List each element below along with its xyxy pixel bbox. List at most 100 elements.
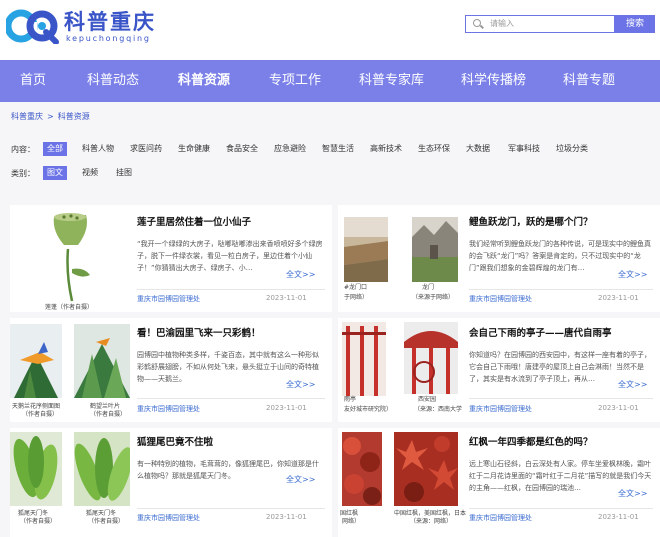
- article-card[interactable]: 国红枫 网络） 中国红枫，美国红枫，日本 （来源：网络） 红枫一年四季都是红色的…: [338, 428, 660, 537]
- article-date: 2023-11-01: [598, 513, 639, 521]
- read-more-link[interactable]: 全文>>: [286, 379, 315, 390]
- type-poster[interactable]: 挂图: [112, 166, 136, 180]
- search-input[interactable]: 请输入: [465, 15, 615, 33]
- read-more-link[interactable]: 全文>>: [618, 379, 647, 390]
- divider: [137, 289, 325, 290]
- image-caption: （作者自摄）: [88, 518, 125, 525]
- article-image[interactable]: [412, 217, 458, 282]
- article-image[interactable]: [74, 432, 130, 506]
- article-image[interactable]: [24, 209, 114, 304]
- nav-science-resources[interactable]: 科普资源: [178, 60, 230, 102]
- article-title[interactable]: 鲤鱼跃龙门，跃的是哪个门？: [469, 214, 593, 228]
- article-source: 重庆市园博园管理处: [137, 514, 200, 522]
- image-caption: 友好城市研究院）: [344, 406, 393, 413]
- article-title[interactable]: 会自己下雨的亭子——唐代自雨亭: [469, 325, 612, 339]
- divider: [469, 508, 653, 509]
- image-caption: （来源：网络）: [410, 518, 453, 525]
- search-button[interactable]: 搜索: [615, 15, 655, 33]
- read-more-link[interactable]: 全文>>: [618, 269, 647, 280]
- article-date: 2023-11-01: [266, 404, 307, 412]
- article-image[interactable]: [10, 324, 62, 398]
- breadcrumb-current[interactable]: 科普资源: [58, 112, 90, 121]
- article-image[interactable]: [404, 322, 458, 394]
- article-image[interactable]: [344, 217, 388, 282]
- search-icon: [473, 19, 481, 27]
- logo-subtext: kepuchongqing: [66, 34, 151, 43]
- search-bar: 请输入 搜索: [465, 15, 655, 33]
- nav-home[interactable]: 首页: [20, 60, 46, 102]
- breadcrumb-separator: >: [47, 112, 54, 121]
- article-source: 重庆市园博园管理处: [137, 295, 200, 303]
- filter-ecology[interactable]: 生态环保: [414, 142, 454, 156]
- image-caption: （作者自摄）: [20, 518, 57, 525]
- type-text[interactable]: 图文: [43, 166, 67, 180]
- breadcrumb-home[interactable]: 科普重庆: [11, 112, 43, 121]
- article-date: 2023-11-01: [266, 294, 307, 302]
- article-card[interactable]: 莲蓬（作者自摄） 莲子里居然住着一位小仙子 “我开一个绿绿的大房子，哒嘟哒嘟渗出…: [10, 205, 332, 312]
- header: 科普重庆 kepuchongqing 请输入 搜索: [0, 0, 660, 60]
- filter-military[interactable]: 军事科技: [504, 142, 544, 156]
- article-title[interactable]: 狐狸尾巴竟不住啦: [137, 434, 213, 448]
- image-caption: （作者自摄）: [90, 411, 127, 418]
- type-video[interactable]: 视频: [78, 166, 102, 180]
- read-more-link[interactable]: 全文>>: [286, 474, 315, 485]
- article-image[interactable]: [342, 432, 382, 506]
- read-more-link[interactable]: 全文>>: [618, 488, 647, 499]
- article-image[interactable]: [342, 322, 386, 396]
- nav-science-topics[interactable]: 科普专题: [563, 60, 615, 102]
- filter-medical[interactable]: 求医问药: [126, 142, 166, 156]
- image-caption: 莲蓬（作者自摄）: [45, 304, 94, 311]
- filter-smart-life[interactable]: 智慧生活: [318, 142, 358, 156]
- filter-people[interactable]: 科普人物: [78, 142, 118, 156]
- article-source: 重庆市园博园管理处: [469, 405, 532, 413]
- filter-food-safety[interactable]: 食品安全: [222, 142, 262, 156]
- article-title[interactable]: 红枫一年四季都是红色的吗？: [469, 434, 593, 448]
- logo-icon: [6, 9, 59, 44]
- article-source: 重庆市园博园管理处: [469, 514, 532, 522]
- filter-big-data[interactable]: 大数据: [462, 142, 494, 156]
- nav-science-news[interactable]: 科普动态: [87, 60, 139, 102]
- filter-all[interactable]: 全部: [43, 142, 67, 156]
- article-card[interactable]: 天鹅兰花序侧面图 （作者自摄） 鹤望兰叶片 （作者自摄） 看！巴渝园里飞来一只彩…: [10, 318, 332, 422]
- article-source: 重庆市园博园管理处: [469, 295, 532, 303]
- article-source: 重庆市园博园管理处: [137, 405, 200, 413]
- divider: [469, 289, 653, 290]
- article-card[interactable]: 雨亭 友好城市研究院） 西安园 （来源：西南大学 会自己下雨的亭子——唐代自雨亭…: [338, 318, 660, 422]
- article-card[interactable]: #龙门口 于网络） 龙门 （来源于网络） 鲤鱼跃龙门，跃的是哪个门？ 我们经常听…: [338, 205, 660, 312]
- image-caption: 网络）: [342, 518, 361, 525]
- nav-special-work[interactable]: 专项工作: [269, 60, 321, 102]
- nav-expert-library[interactable]: 科普专家库: [359, 60, 424, 102]
- divider: [469, 398, 653, 399]
- filter-garbage[interactable]: 垃圾分类: [552, 142, 592, 156]
- article-image[interactable]: [74, 324, 130, 398]
- article-card[interactable]: 狐尾天门冬 （作者自摄） 狐尾天门冬 （作者自摄） 狐狸尾巴竟不住啦 有一种特别…: [10, 428, 332, 537]
- image-caption: #龙门口: [344, 284, 368, 291]
- image-caption: 龙门: [422, 284, 435, 291]
- article-title[interactable]: 莲子里居然住着一位小仙子: [137, 214, 251, 228]
- divider: [137, 508, 325, 509]
- image-caption: （来源于网络）: [412, 294, 455, 301]
- divider: [137, 398, 325, 399]
- article-title[interactable]: 看！巴渝园里飞来一只彩鹤！: [137, 325, 261, 339]
- image-caption: 西安园: [418, 396, 437, 403]
- article-date: 2023-11-01: [598, 404, 639, 412]
- article-image[interactable]: [394, 432, 458, 506]
- article-date: 2023-11-01: [266, 513, 307, 521]
- image-caption: （作者自摄）: [22, 411, 59, 418]
- type-filter-label: 类别：: [11, 169, 35, 178]
- filter-hi-tech[interactable]: 高新技术: [366, 142, 406, 156]
- filter-emergency[interactable]: 应急避险: [270, 142, 310, 156]
- article-image[interactable]: [10, 432, 62, 506]
- content-filter-label: 内容：: [11, 145, 35, 154]
- breadcrumb: 科普重庆 > 科普资源: [11, 111, 94, 122]
- article-date: 2023-11-01: [598, 294, 639, 302]
- image-caption: 雨亭: [344, 396, 357, 403]
- image-caption: 于网络）: [344, 294, 369, 301]
- page: 科普重庆 kepuchongqing 请输入 搜索 首页 科普动态 科普资源 专…: [0, 0, 660, 537]
- main-nav: 首页 科普动态 科普资源 专项工作 科普专家库 科学传播榜 科普专题: [0, 60, 660, 102]
- filter-health[interactable]: 生命健康: [174, 142, 214, 156]
- nav-science-ranking[interactable]: 科学传播榜: [461, 60, 526, 102]
- image-caption: （来源：西南大学: [414, 406, 463, 413]
- logo-text: 科普重庆: [64, 10, 156, 34]
- read-more-link[interactable]: 全文>>: [286, 269, 315, 280]
